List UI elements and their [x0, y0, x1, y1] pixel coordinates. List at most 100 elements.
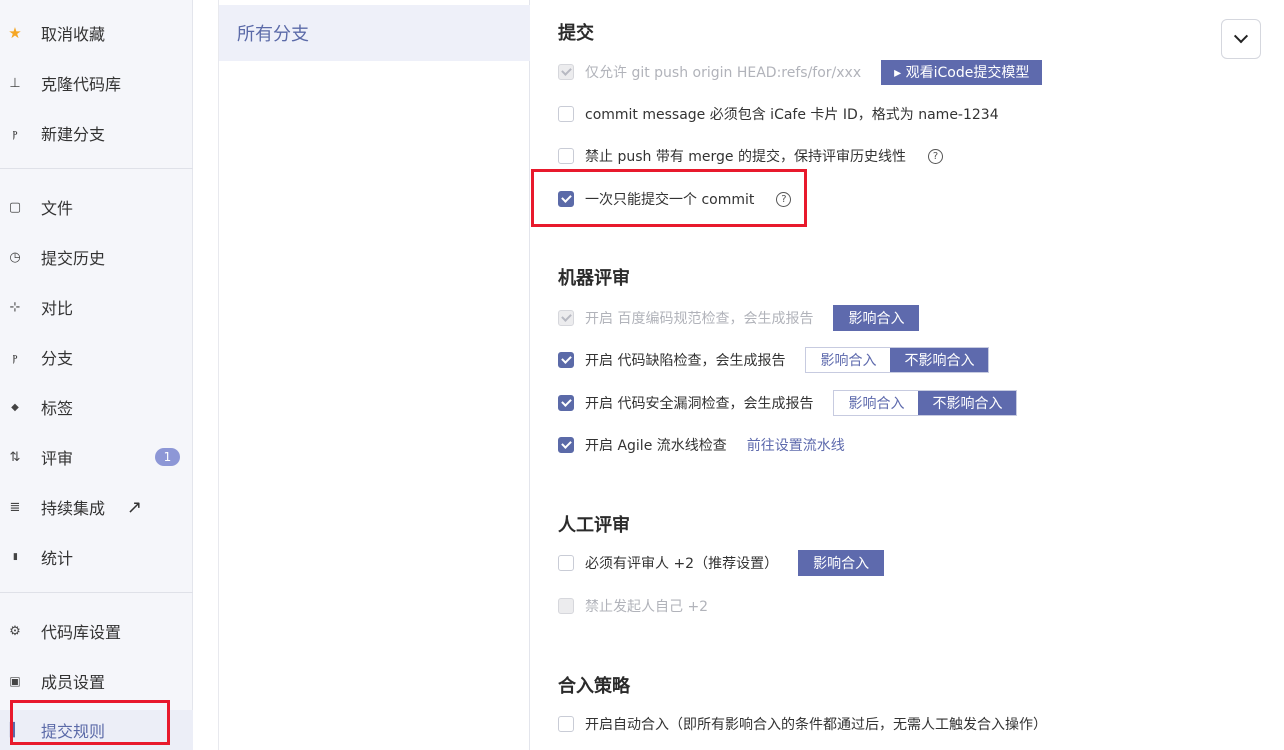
rule-label: 开启 代码安全漏洞检查，会生成报告: [585, 396, 814, 412]
sidebar-item-label: 评审: [41, 449, 74, 468]
sidebar-item-clone[interactable]: ⊥ 克隆代码库: [0, 63, 193, 103]
rule-label: 仅允许 git push origin HEAD:refs/for/xxx: [585, 65, 862, 81]
external-link-icon: ↗: [127, 496, 143, 518]
chevron-down-icon: [1233, 29, 1249, 44]
setup-pipeline-link[interactable]: 前往设置流水线: [747, 435, 845, 455]
merge-impact-toggle: 影响合入 不影响合入: [833, 390, 1018, 416]
rule-label: 开启 代码缺陷检查，会生成报告: [585, 353, 786, 369]
sidebar-item-label: 文件: [41, 199, 74, 218]
branch-item-all[interactable]: 所有分支: [219, 5, 530, 61]
file-icon: ▢: [8, 199, 22, 215]
watch-commit-model-button[interactable]: ▸ 观看iCode提交模型: [881, 59, 1043, 85]
help-icon[interactable]: ?: [928, 148, 943, 164]
rule-row: 禁止 push 带有 merge 的提交，保持评审历史线性 ?: [558, 145, 943, 167]
branch-list: 所有分支: [218, 0, 530, 750]
section-title-merge-strategy: 合入策略: [558, 676, 630, 697]
section-title-machine-review: 机器评审: [558, 268, 630, 289]
sidebar-item-commit-rules[interactable]: ▌ 提交规则: [0, 710, 193, 750]
ci-icon: ≣: [9, 499, 21, 515]
section-title-manual-review: 人工评审: [558, 515, 630, 536]
sidebar-divider: [0, 168, 193, 169]
rule-checkbox: [558, 310, 574, 326]
affects-merge-option[interactable]: 影响合入: [834, 391, 919, 415]
rule-row: 仅允许 git push origin HEAD:refs/for/xxx ▸ …: [558, 59, 1043, 85]
rules-panel: 提交 仅允许 git push origin HEAD:refs/for/xxx…: [531, 0, 1284, 750]
rule-label: 开启自动合入（即所有影响合入的条件都通过后，无需人工触发合入操作）: [585, 717, 1047, 733]
rule-label: 一次只能提交一个 commit: [585, 192, 755, 208]
rule-row: 开启自动合入（即所有影响合入的条件都通过后，无需人工触发合入操作）: [558, 713, 1047, 735]
rule-checkbox[interactable]: [558, 106, 574, 122]
sidebar-item-label: 对比: [41, 299, 74, 318]
sidebar-item-label: 统计: [41, 549, 74, 568]
star-icon: ★: [8, 24, 22, 42]
rule-row: 开启 代码缺陷检查，会生成报告 影响合入 不影响合入: [558, 347, 990, 373]
sidebar-divider: [0, 592, 193, 593]
affects-merge-button[interactable]: 影响合入: [798, 550, 885, 576]
sidebar-item-label: 成员设置: [41, 673, 106, 692]
rule-row: 开启 百度编码规范检查，会生成报告 影响合入: [558, 305, 920, 331]
rule-row: commit message 必须包含 iCafe 卡片 ID，格式为 name…: [558, 103, 999, 125]
section-title-commit: 提交: [558, 23, 594, 44]
collapse-button[interactable]: [1221, 19, 1261, 59]
sidebar-item-compare[interactable]: ⊹ 对比: [0, 287, 193, 327]
sidebar-item-label: 取消收藏: [41, 25, 106, 44]
sidebar-item-review[interactable]: ⇅ 评审 1: [0, 437, 193, 477]
rule-label: 开启 Agile 流水线检查: [585, 438, 727, 454]
not-affects-merge-option[interactable]: 不影响合入: [890, 348, 989, 372]
merge-impact-toggle: 影响合入 不影响合入: [805, 347, 990, 373]
compare-icon: ⊹: [9, 299, 21, 315]
lock-icon: ▣: [9, 674, 21, 688]
sidebar-item-label: 新建分支: [41, 125, 106, 144]
sidebar-item-ci[interactable]: ≣ 持续集成 ↗: [0, 487, 193, 527]
help-icon[interactable]: ?: [776, 191, 792, 207]
sidebar-item-label: 标签: [41, 399, 74, 418]
rule-checkbox[interactable]: [558, 148, 574, 164]
sidebar-item-new-branch[interactable]: ⲣ 新建分支: [0, 113, 193, 153]
rule-checkbox: [558, 598, 574, 614]
not-affects-merge-option[interactable]: 不影响合入: [918, 391, 1017, 415]
rule-checkbox[interactable]: [558, 555, 574, 571]
rule-label: 禁止发起人自己 +2: [585, 599, 709, 615]
rule-checkbox[interactable]: [558, 352, 574, 368]
sidebar-item-label: 分支: [41, 349, 74, 368]
sidebar: ★ 取消收藏 ⊥ 克隆代码库 ⲣ 新建分支 ▢ 文件 ◷ 提交历史 ⊹ 对比 ⲣ…: [0, 0, 193, 750]
rule-checkbox[interactable]: [558, 437, 574, 453]
branch-icon: ⲣ: [12, 349, 18, 365]
rule-row: 开启 Agile 流水线检查 前往设置流水线: [558, 434, 845, 456]
sidebar-item-files[interactable]: ▢ 文件: [0, 187, 193, 227]
sidebar-item-label: 克隆代码库: [41, 75, 122, 94]
rule-checkbox[interactable]: [558, 191, 574, 207]
stats-icon: ▮: [13, 552, 18, 562]
sidebar-item-label: 代码库设置: [41, 623, 122, 642]
sidebar-item-label: 提交历史: [41, 249, 106, 268]
gear-icon: ⚙: [9, 623, 21, 639]
rule-label: 必须有评审人 +2（推荐设置）: [585, 556, 779, 572]
rule-label: 禁止 push 带有 merge 的提交，保持评审历史线性: [585, 149, 906, 165]
rule-row: 一次只能提交一个 commit ?: [558, 188, 792, 210]
rule-checkbox: [558, 64, 574, 80]
rule-checkbox[interactable]: [558, 395, 574, 411]
sidebar-item-repo-settings[interactable]: ⚙ 代码库设置: [0, 611, 193, 651]
sidebar-item-label: 持续集成: [41, 499, 106, 518]
sidebar-item-label: 提交规则: [41, 722, 106, 741]
rule-label: 开启 百度编码规范检查，会生成报告: [585, 311, 814, 327]
rule-row: 禁止发起人自己 +2: [558, 595, 708, 617]
review-icon: ⇅: [9, 449, 21, 465]
download-icon: ⊥: [9, 75, 21, 91]
affects-merge-button[interactable]: 影响合入: [833, 305, 920, 331]
new-branch-icon: ⲣ: [12, 125, 18, 141]
sidebar-item-member-settings[interactable]: ▣ 成员设置: [0, 661, 193, 701]
sidebar-item-stats[interactable]: ▮ 统计: [0, 537, 193, 577]
rules-icon: ▌: [10, 722, 20, 738]
sidebar-item-commit-history[interactable]: ◷ 提交历史: [0, 237, 193, 277]
sidebar-item-branches[interactable]: ⲣ 分支: [0, 337, 193, 377]
tag-icon: ◆: [11, 401, 19, 413]
affects-merge-option[interactable]: 影响合入: [806, 348, 891, 372]
rule-label: commit message 必须包含 iCafe 卡片 ID，格式为 name…: [585, 107, 999, 123]
rule-checkbox[interactable]: [558, 716, 574, 732]
sidebar-item-tags[interactable]: ◆ 标签: [0, 387, 193, 427]
history-icon: ◷: [9, 249, 21, 265]
rule-row: 必须有评审人 +2（推荐设置） 影响合入: [558, 550, 885, 576]
sidebar-item-unfavorite[interactable]: ★ 取消收藏: [0, 13, 193, 53]
rule-row: 开启 代码安全漏洞检查，会生成报告 影响合入 不影响合入: [558, 390, 1018, 416]
